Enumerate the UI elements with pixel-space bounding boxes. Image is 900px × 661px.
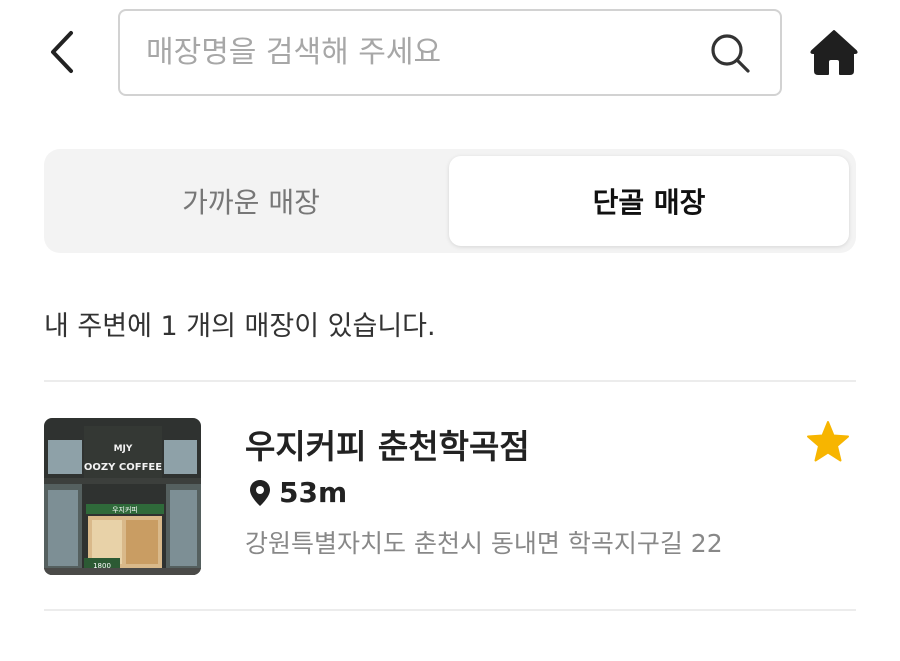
store-address: 강원특별자치도 춘천시 동내면 학곡지구길 22 <box>245 529 723 558</box>
distance-value: 53m <box>279 476 348 509</box>
store-count-text: 내 주변에 1 개의 매장이 있습니다. <box>44 311 436 342</box>
home-icon <box>810 30 858 75</box>
store-thumbnail: MJY OOZY COFFEE 우지커피 1800 <box>44 418 201 575</box>
search-input[interactable] <box>146 11 686 94</box>
sign-top-text: MJY <box>114 444 133 454</box>
store-list-item[interactable]: MJY OOZY COFFEE 우지커피 1800 우지커피 춘천학곡점 53m… <box>44 418 856 576</box>
search-box[interactable] <box>118 9 782 96</box>
banner-text: 우지커피 <box>112 505 138 514</box>
search-button[interactable] <box>708 31 752 75</box>
location-pin-icon <box>250 479 270 506</box>
star-icon <box>807 421 849 462</box>
sign-main-text: OOZY COFFEE <box>84 462 162 473</box>
tab-label: 단골 매장 <box>592 186 706 219</box>
tab-favorite-stores[interactable]: 단골 매장 <box>449 156 849 246</box>
store-name: 우지커피 춘천학곡점 <box>245 427 530 466</box>
tab-nearby-stores[interactable]: 가까운 매장 <box>51 156 451 246</box>
divider <box>44 380 856 382</box>
home-button[interactable] <box>808 26 860 78</box>
chevron-left-icon <box>51 31 73 73</box>
favorite-button[interactable] <box>806 420 854 468</box>
divider <box>44 609 856 611</box>
back-button[interactable] <box>38 26 86 78</box>
store-type-tabs: 가까운 매장 단골 매장 <box>44 149 856 253</box>
tab-label: 가까운 매장 <box>182 186 320 219</box>
search-icon <box>711 34 750 73</box>
store-distance: 53m <box>249 476 347 509</box>
